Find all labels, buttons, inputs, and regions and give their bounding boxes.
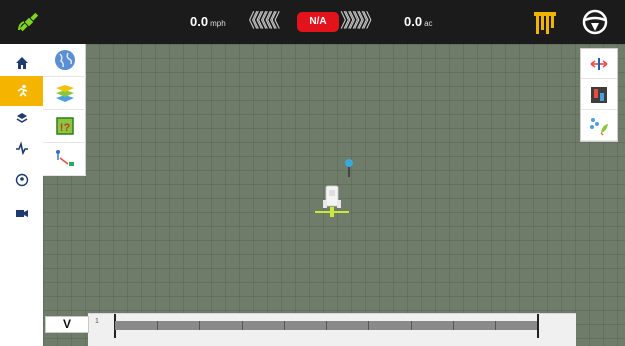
- area-readout: 0.0 ac: [404, 14, 433, 29]
- lightbar-right-end: [537, 314, 539, 338]
- lightbar-tick: [326, 321, 327, 330]
- implement-tools-panel: [580, 48, 618, 142]
- steering-wheel-icon[interactable]: [582, 9, 608, 35]
- field-boundary-icon: !?: [55, 117, 74, 135]
- svg-text:!?: !?: [59, 122, 70, 134]
- right-tool-swath-width[interactable]: [581, 49, 617, 79]
- speed-readout: 0.0 mph: [190, 14, 226, 29]
- run-screen-icon: [17, 84, 27, 97]
- flag-mark-icon: [55, 150, 74, 166]
- implement-status-icon: [591, 86, 607, 103]
- guidance-lightbar: [115, 321, 538, 330]
- sidebar-item-home[interactable]: [0, 48, 43, 78]
- sidebar-item-diagnostics[interactable]: [0, 133, 43, 163]
- map-tool-boundary[interactable]: !?: [43, 110, 86, 143]
- lightbar-tick: [368, 321, 369, 330]
- right-tool-application[interactable]: [581, 111, 617, 141]
- gps-status-icon: [15, 173, 28, 187]
- location-pin-icon[interactable]: [343, 158, 355, 178]
- speed-value: 0.0: [190, 14, 209, 29]
- map-tool-layers[interactable]: [43, 77, 86, 110]
- boom-sections-icon[interactable]: [534, 10, 556, 36]
- top-status-bar: 0.0 mph 《《《《《《 N/A 》》》》》》 0.0 ac: [0, 0, 625, 44]
- map-tools-panel: !?: [43, 44, 86, 176]
- lightbar-tick: [411, 321, 412, 330]
- area-unit: ac: [424, 19, 433, 28]
- home-icon: [15, 57, 28, 69]
- product-application-icon: [590, 117, 608, 136]
- sidebar-item-camera[interactable]: [0, 198, 43, 228]
- diagnostics-pulse-icon: [15, 141, 28, 155]
- tractor-icon: [315, 185, 349, 217]
- lightbar-tick: [453, 321, 454, 330]
- sidebar-item-gps-status[interactable]: [0, 165, 43, 195]
- lightbar-tick: [242, 321, 243, 330]
- lightbar-tick: [284, 321, 285, 330]
- main-sidebar: [0, 44, 43, 346]
- field-layers-icon: [16, 113, 27, 123]
- view-toggle-button[interactable]: V: [45, 316, 89, 333]
- gps-satellite-icon[interactable]: [16, 9, 42, 35]
- layers-icon: [55, 85, 74, 102]
- map-tool-flag[interactable]: [43, 143, 86, 176]
- lightbar-tick: [199, 321, 200, 330]
- swath-width-icon: [590, 57, 608, 70]
- camera-icon: [15, 210, 28, 217]
- lightbar-tick: [157, 321, 158, 330]
- map-tool-globe[interactable]: [43, 44, 86, 77]
- speed-unit: mph: [210, 19, 226, 28]
- guidance-right-chevrons: 》》》》》》: [340, 11, 381, 32]
- area-value: 0.0: [404, 14, 423, 29]
- sidebar-item-run-screen[interactable]: [0, 76, 43, 106]
- world-globe-icon: [54, 50, 75, 70]
- guidance-status-badge: N/A: [297, 12, 339, 32]
- right-tool-implement-status[interactable]: [581, 80, 617, 110]
- sidebar-item-field-layers[interactable]: [0, 103, 43, 133]
- guidance-left-chevrons: 《《《《《《: [239, 11, 280, 32]
- lightbar-tick: [495, 321, 496, 330]
- lightbar-label: 1: [95, 318, 99, 325]
